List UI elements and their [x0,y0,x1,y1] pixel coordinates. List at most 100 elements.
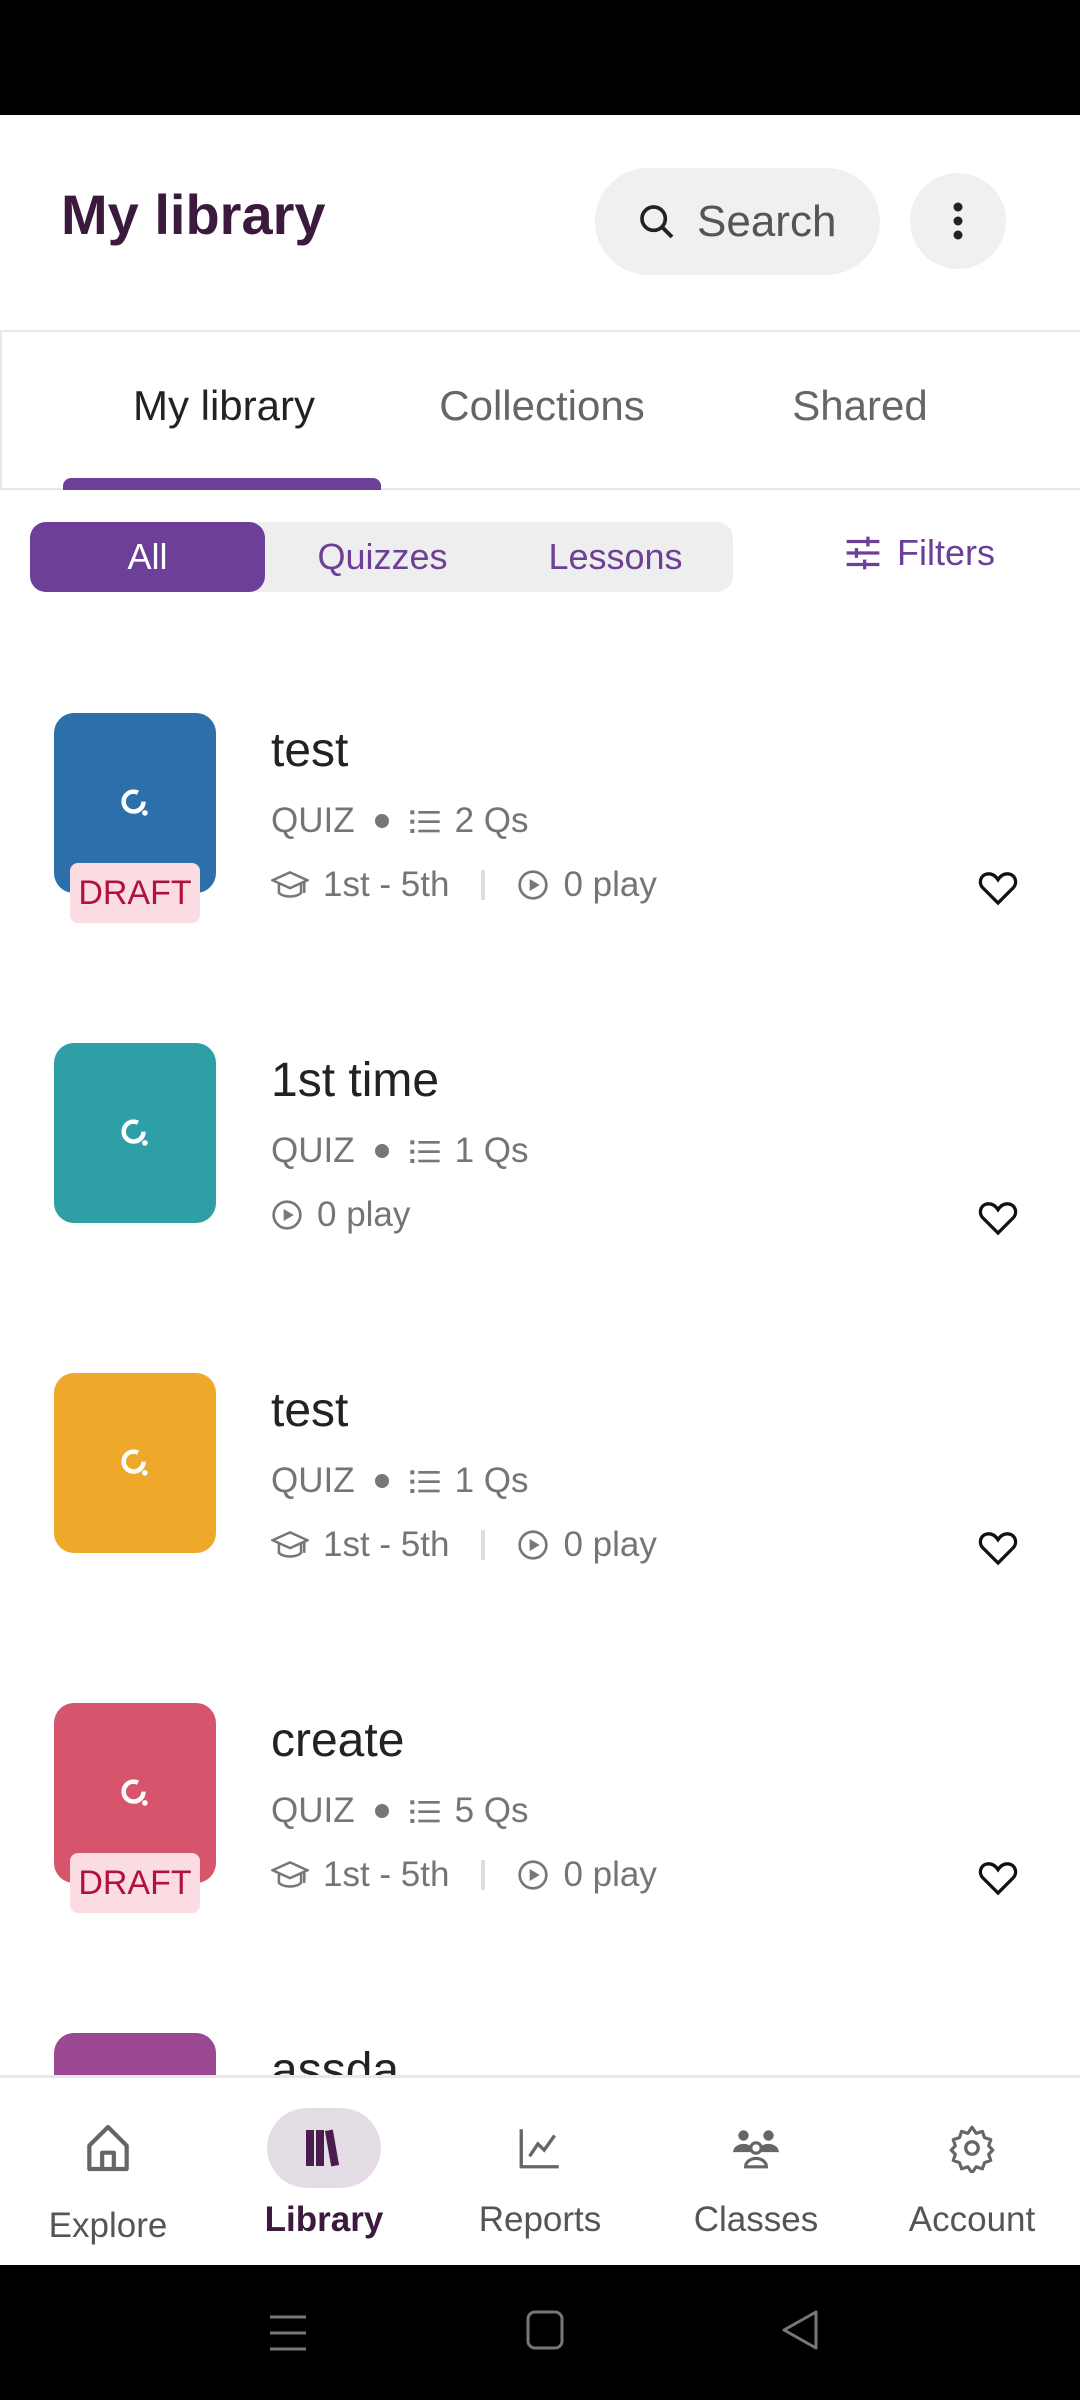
grade-range: 1st - 5th [323,865,450,904]
item-meta: QUIZ 2 Qs [271,801,529,841]
nav-label: Library [264,2200,384,2239]
users-icon [733,2130,779,2169]
chart-line-icon [519,2129,559,2169]
nav-account[interactable]: Account [864,2108,1080,2240]
bottom-nav: Explore Library Reports Classes Account [0,2075,1080,2265]
active-tab-indicator [63,478,381,490]
search-button[interactable]: Search [595,168,880,275]
search-icon [640,204,674,238]
nav-reports[interactable]: Reports [432,2108,648,2240]
tab-shared[interactable]: Shared [701,382,1019,430]
draft-badge: DRAFT [70,1853,200,1913]
dot-separator [374,1144,389,1158]
divider [481,1530,486,1560]
item-thumbnail [54,1043,216,1223]
nav-explore[interactable]: Explore [0,2108,216,2246]
question-list-icon [409,810,440,833]
dot-separator [374,1474,389,1488]
quiz-logo-icon [121,1779,148,1806]
type-filter: All Quizzes Lessons [30,522,733,592]
play-count: 0 play [563,1525,657,1564]
draft-badge: DRAFT [70,863,200,923]
divider [481,1860,486,1890]
question-count: 2 Qs [454,801,529,840]
play-circle-icon [518,1860,549,1890]
library-item[interactable]: 1st time QUIZ 1 Qs 0 play [0,1043,1080,1373]
item-meta: QUIZ 5 Qs [271,1791,529,1831]
more-vertical-icon [953,202,963,240]
quiz-logo-icon [121,1119,148,1146]
more-options-button[interactable] [910,173,1006,269]
grade-cap-icon [271,870,309,898]
quiz-logo-icon [121,789,148,816]
divider [481,870,486,900]
heart-icon[interactable] [978,1859,1018,1897]
back-icon[interactable] [780,2309,820,2351]
segment-lessons[interactable]: Lessons [498,522,733,592]
grade-cap-icon [271,1860,309,1888]
play-circle-icon [518,870,549,900]
nav-label: Classes [693,2200,819,2239]
search-label: Search [697,196,837,246]
nav-label: Account [908,2200,1036,2239]
dot-separator [374,1804,389,1818]
filters-label: Filters [897,532,995,573]
grade-range: 1st - 5th [323,1525,450,1564]
home-icon [87,2124,129,2172]
heart-icon[interactable] [978,1529,1018,1567]
nav-label: Explore [48,2206,168,2245]
question-count: 1 Qs [454,1131,529,1170]
item-meta: QUIZ 1 Qs [271,1461,529,1501]
item-type: QUIZ [271,1131,355,1170]
gear-icon [949,2125,995,2173]
grade-range: 1st - 5th [323,1855,450,1894]
quiz-logo-icon [121,1449,148,1476]
system-nav-bar [0,2265,1080,2400]
library-item[interactable]: DRAFT test QUIZ 2 Qs 1st - 5th 0 play [0,713,1080,1043]
home-system-icon[interactable] [525,2309,565,2351]
tab-my-library[interactable]: My library [65,382,383,430]
segment-all[interactable]: All [30,522,265,592]
dot-separator [374,814,389,828]
item-title: test [271,724,349,777]
item-thumbnail [54,1373,216,1553]
library-books-icon [306,2129,340,2167]
item-title: create [271,1714,405,1767]
play-count: 0 play [563,1855,657,1894]
heart-icon[interactable] [978,869,1018,907]
question-list-icon [409,1140,440,1163]
item-title: 1st time [271,1054,440,1107]
segment-quizzes[interactable]: Quizzes [265,522,500,592]
nav-classes[interactable]: Classes [648,2108,864,2240]
nav-label: Reports [478,2200,602,2239]
tab-collections[interactable]: Collections [383,382,701,430]
item-type: QUIZ [271,1791,355,1830]
play-circle-icon [518,1530,549,1560]
item-title: test [271,1384,349,1437]
tab-bar: My library Collections Shared [0,330,1080,490]
item-type: QUIZ [271,801,355,840]
recents-icon[interactable] [268,2313,308,2353]
item-stats: 1st - 5th 0 play [271,1855,657,1895]
item-meta: QUIZ 1 Qs [271,1131,529,1171]
library-item[interactable]: DRAFT create QUIZ 5 Qs 1st - 5th 0 play [0,1703,1080,2033]
item-type: QUIZ [271,1461,355,1500]
heart-icon[interactable] [978,1199,1018,1237]
play-count: 0 play [563,865,657,904]
question-list-icon [409,1800,440,1823]
status-bar [0,0,1080,115]
item-stats: 0 play [271,1195,410,1235]
item-stats: 1st - 5th 0 play [271,865,657,905]
play-count: 0 play [317,1195,411,1234]
sliders-icon [846,536,880,570]
grade-cap-icon [271,1530,309,1558]
question-count: 5 Qs [454,1791,529,1830]
library-item[interactable]: test QUIZ 1 Qs 1st - 5th 0 play [0,1373,1080,1703]
filters-button[interactable]: Filters [843,532,995,574]
question-count: 1 Qs [454,1461,529,1500]
question-list-icon [409,1470,440,1493]
item-stats: 1st - 5th 0 play [271,1525,657,1565]
play-circle-icon [272,1200,302,1230]
nav-library[interactable]: Library [216,2108,432,2240]
page-title: My library [61,183,326,246]
